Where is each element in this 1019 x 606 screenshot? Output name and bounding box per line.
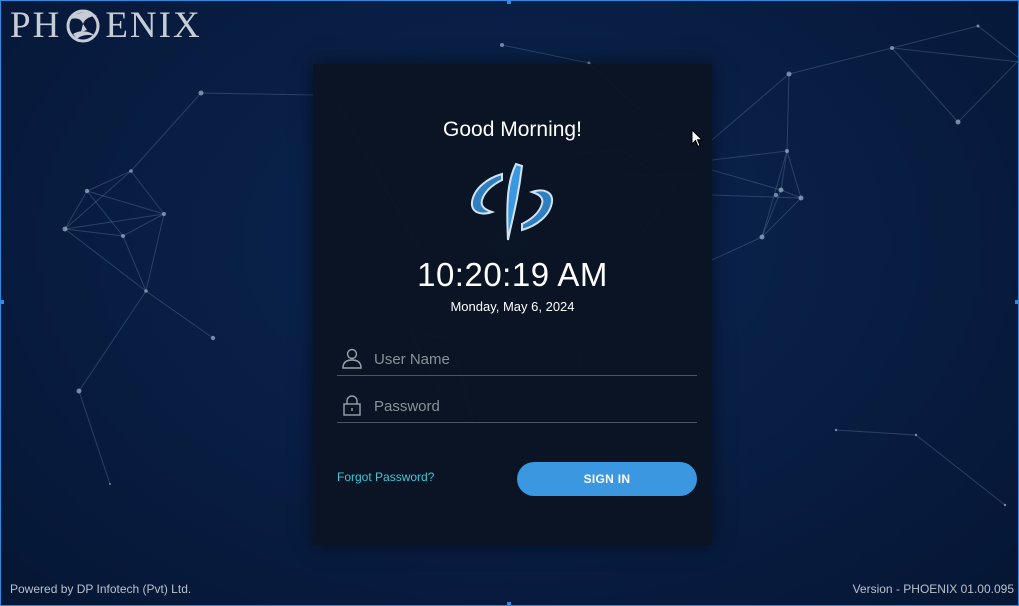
- password-input[interactable]: [372, 392, 696, 420]
- lock-icon: [343, 395, 361, 416]
- sign-in-button[interactable]: SIGN IN: [517, 462, 697, 496]
- clock-time: 10:20:19 AM: [417, 256, 608, 293]
- logo-text-right: ENIX: [105, 5, 202, 46]
- username-input[interactable]: [372, 345, 696, 373]
- clock-date: Monday, May 6, 2024: [450, 299, 575, 314]
- greeting: Good Morning!: [443, 118, 582, 141]
- dp-logo-icon: [470, 162, 554, 241]
- phoenix-emblem-icon: [66, 9, 100, 43]
- username-field: [337, 341, 697, 376]
- version-text: Version - PHOENIX 01.00.095: [852, 582, 1014, 596]
- powered-by-text: Powered by DP Infotech (Pvt) Ltd.: [10, 582, 192, 596]
- mouse-cursor-icon: [691, 129, 703, 148]
- logo-text-left: PH: [10, 5, 62, 46]
- forgot-password-link[interactable]: Forgot Password?: [337, 470, 434, 484]
- login-panel: Good Morning! 10:20:19 AM Monday, May 6,…: [313, 64, 712, 545]
- password-field: [337, 388, 697, 423]
- phoenix-logo: PH ENIX: [10, 6, 202, 46]
- user-icon: [342, 348, 362, 369]
